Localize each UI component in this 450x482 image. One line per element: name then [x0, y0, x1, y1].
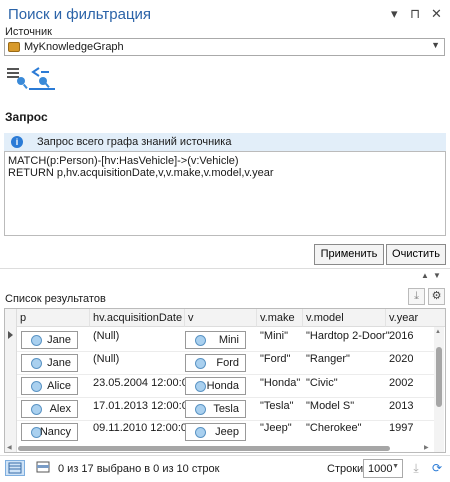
model-cell: "Cherokee" [306, 422, 362, 434]
acquisition-date-cell: (Null) [93, 353, 120, 365]
selected-records-icon [36, 461, 50, 473]
table-view-button[interactable] [5, 460, 25, 476]
year-cell: 2020 [389, 353, 414, 365]
vertical-scrollbar[interactable]: ▲ [434, 327, 444, 452]
panel-divider [0, 268, 450, 269]
query-editor[interactable]: MATCH(p:Person)-[hv:HasVehicle]->(v:Vehi… [4, 151, 446, 236]
make-cell: "Ford" [260, 353, 291, 365]
search-list-icon [7, 68, 28, 89]
query-section-title: Запрос [5, 110, 48, 124]
info-bar: i Запрос всего графа знаний источника [4, 133, 446, 151]
info-icon: i [11, 136, 23, 148]
selected-view-button[interactable] [34, 460, 54, 476]
make-cell: "Honda" [260, 377, 301, 389]
export-icon[interactable]: ⤓ [409, 461, 423, 475]
query-arrow-icon [31, 67, 50, 88]
row-header-column [5, 309, 17, 452]
make-cell: "Jeep" [260, 422, 292, 434]
person-node-button[interactable]: Alex [21, 400, 78, 418]
person-node-button[interactable]: Alice [21, 377, 78, 395]
source-select[interactable]: MyKnowledgeGraph ▼ [4, 38, 445, 56]
table-view-icon [8, 462, 22, 474]
source-value: MyKnowledgeGraph [24, 41, 124, 53]
acquisition-date-cell: 09.11.2010 12:00:00 [93, 422, 194, 434]
model-cell: "Hardtop 2-Door" [306, 330, 390, 342]
year-cell: 2016 [389, 330, 414, 342]
vehicle-node-button[interactable]: Tesla [185, 400, 246, 418]
scroll-right-icon[interactable]: ▶ [424, 444, 429, 451]
pane-title: Поиск и фильтрация [8, 6, 152, 23]
query-line: RETURN p,hv.acquisitionDate,v,v.make,v.m… [8, 167, 274, 179]
settings-gear-icon[interactable]: ⚙ [428, 288, 445, 305]
close-icon[interactable]: ✕ [431, 7, 442, 21]
node-circle-icon [31, 358, 42, 369]
model-cell: "Model S" [306, 400, 355, 412]
column-header-v[interactable]: v [185, 309, 257, 327]
acquisition-date-cell: (Null) [93, 330, 120, 342]
node-circle-icon [195, 335, 206, 346]
knowledge-graph-icon [8, 42, 20, 52]
rows-label: Строки: [327, 463, 367, 475]
person-node-button[interactable]: Nancy [21, 423, 78, 441]
horizontal-scrollbar[interactable]: ◀ ▶ [4, 444, 434, 453]
node-circle-icon [195, 404, 206, 415]
query-line: MATCH(p:Person)-[hv:HasVehicle]->(v:Vehi… [8, 155, 239, 167]
year-cell: 2013 [389, 400, 414, 412]
collapse-up-icon[interactable]: ▲ [421, 271, 429, 280]
status-bar: 0 из 17 выбрано в 0 из 10 строк Строки: … [0, 455, 450, 482]
vehicle-node-button[interactable]: Honda [185, 377, 246, 395]
column-header-model[interactable]: v.model [303, 309, 386, 327]
rows-limit-select[interactable]: 1000 ▼ [363, 459, 403, 478]
scroll-up-icon[interactable]: ▲ [435, 329, 441, 335]
column-header-make[interactable]: v.make [257, 309, 303, 327]
model-cell: "Ranger" [306, 353, 350, 365]
vertical-scroll-thumb[interactable] [436, 347, 442, 407]
make-cell: "Mini" [260, 330, 288, 342]
chevron-down-icon: ▼ [392, 463, 399, 470]
pin-icon[interactable]: ⊓ [410, 7, 420, 21]
vehicle-node-button[interactable]: Ford [185, 354, 246, 372]
node-circle-icon [195, 381, 206, 392]
column-header-acquisition-date[interactable]: hv.acquisitionDate [90, 309, 185, 327]
search-mode-tab[interactable] [5, 64, 31, 90]
column-header-year[interactable]: v.year [386, 309, 445, 327]
chevron-down-icon: ▼ [431, 40, 440, 50]
acquisition-date-cell: 17.01.2013 12:00:00 [93, 400, 194, 412]
download-icon[interactable]: ⤓ [408, 288, 425, 305]
person-node-button[interactable]: Jane [21, 331, 78, 349]
vehicle-node-button[interactable]: Jeep [185, 423, 246, 441]
query-mode-tab[interactable] [29, 64, 55, 90]
apply-button[interactable]: Применить [314, 244, 384, 265]
refresh-icon[interactable]: ⟳ [430, 461, 444, 475]
info-text: Запрос всего графа знаний источника [37, 136, 232, 148]
node-circle-icon [31, 335, 42, 346]
current-row-icon [8, 331, 13, 339]
make-cell: "Tesla" [260, 400, 294, 412]
year-cell: 1997 [389, 422, 414, 434]
acquisition-date-cell: 23.05.2004 12:00:00 [93, 377, 194, 389]
person-node-button[interactable]: Jane [21, 354, 78, 372]
selection-status-text: 0 из 17 выбрано в 0 из 10 строк [58, 463, 220, 475]
results-label: Список результатов [5, 293, 106, 305]
scroll-left-icon[interactable]: ◀ [7, 444, 12, 451]
source-label: Источник [5, 26, 52, 38]
rows-limit-value: 1000 [368, 463, 393, 475]
horizontal-scroll-thumb[interactable] [18, 446, 390, 451]
node-circle-icon [195, 427, 206, 438]
node-circle-icon [31, 381, 42, 392]
expand-down-icon[interactable]: ▼ [433, 271, 441, 280]
results-table: p hv.acquisitionDate v v.make v.model v.… [4, 308, 446, 453]
node-circle-icon [195, 358, 206, 369]
column-header-p[interactable]: p [17, 309, 90, 327]
node-circle-icon [31, 404, 42, 415]
vehicle-node-button[interactable]: Mini [185, 331, 246, 349]
row-separator [17, 351, 435, 352]
model-cell: "Civic" [306, 377, 338, 389]
pane-options-dropdown-icon[interactable]: ▾ [391, 7, 398, 21]
row-separator [17, 397, 435, 398]
clear-button[interactable]: Очистить [386, 244, 446, 265]
row-separator [17, 420, 435, 421]
row-separator [17, 374, 435, 375]
year-cell: 2002 [389, 377, 414, 389]
